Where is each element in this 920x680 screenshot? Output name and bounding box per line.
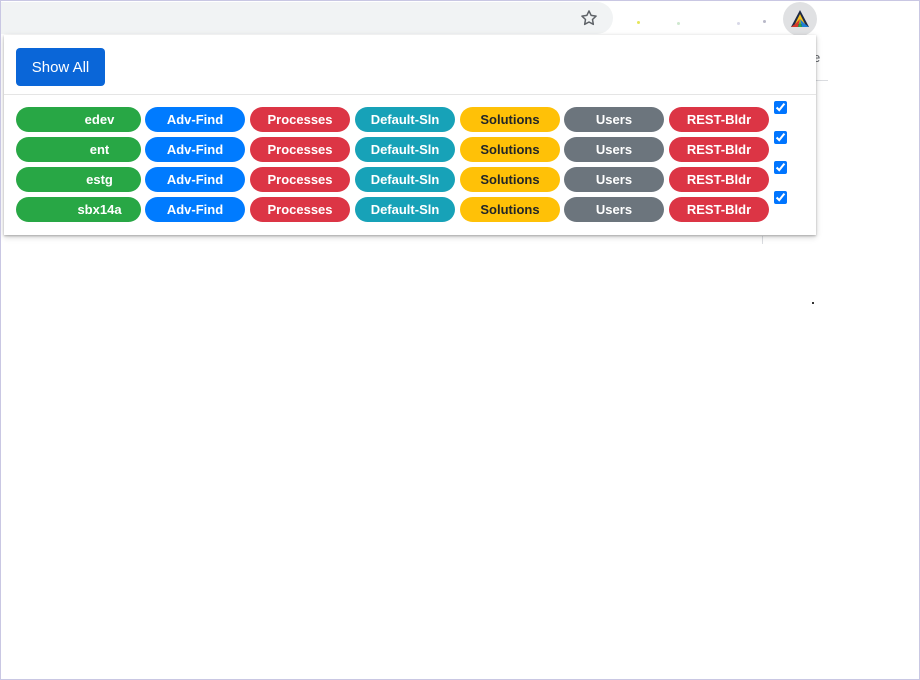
background-divider (816, 80, 828, 81)
environment-button[interactable]: ent (16, 137, 141, 162)
rest-bldr-button[interactable]: REST-Bldr (669, 167, 769, 192)
extensions-area (617, 5, 777, 31)
adv-find-button[interactable]: Adv-Find (145, 197, 245, 222)
background-mark (812, 302, 814, 304)
environment-checkbox[interactable] (774, 191, 787, 204)
solutions-button[interactable]: Solutions (460, 107, 560, 132)
users-button[interactable]: Users (564, 197, 664, 222)
solutions-button[interactable]: Solutions (460, 137, 560, 162)
environment-checkbox[interactable] (774, 131, 787, 144)
extension-popup: Show All edev Adv-Find Processes Default-Sl… (4, 35, 816, 235)
default-sln-button[interactable]: Default-Sln (355, 167, 455, 192)
processes-button[interactable]: Processes (250, 137, 350, 162)
processes-button[interactable]: Processes (250, 167, 350, 192)
adv-find-button[interactable]: Adv-Find (145, 167, 245, 192)
show-all-button[interactable]: Show All (16, 48, 105, 86)
rest-bldr-button[interactable]: REST-Bldr (669, 137, 769, 162)
default-sln-button[interactable]: Default-Sln (355, 197, 455, 222)
processes-button[interactable]: Processes (250, 197, 350, 222)
solutions-button[interactable]: Solutions (460, 167, 560, 192)
environment-checkbox[interactable] (774, 161, 787, 174)
adv-find-button[interactable]: Adv-Find (145, 137, 245, 162)
adv-find-button[interactable]: Adv-Find (145, 107, 245, 132)
users-button[interactable]: Users (564, 137, 664, 162)
users-button[interactable]: Users (564, 107, 664, 132)
users-button[interactable]: Users (564, 167, 664, 192)
solutions-button[interactable]: Solutions (460, 197, 560, 222)
environment-button[interactable]: estg (16, 167, 141, 192)
extension-logo-icon[interactable] (783, 2, 817, 36)
browser-toolbar (1, 1, 919, 36)
environment-button[interactable]: sbx14a (16, 197, 141, 222)
rest-bldr-button[interactable]: REST-Bldr (669, 197, 769, 222)
environment-label: estg (86, 172, 113, 187)
bookmark-star-icon[interactable] (576, 5, 602, 31)
environment-label: sbx14a (77, 202, 122, 217)
environment-checkbox[interactable] (774, 101, 787, 114)
rest-bldr-button[interactable]: REST-Bldr (669, 107, 769, 132)
popup-divider (4, 94, 816, 95)
address-bar[interactable] (1, 2, 613, 34)
default-sln-button[interactable]: Default-Sln (355, 137, 455, 162)
processes-button[interactable]: Processes (250, 107, 350, 132)
environment-label: ent (89, 142, 110, 157)
environment-button[interactable]: edev (16, 107, 141, 132)
background-divider (762, 236, 763, 244)
default-sln-button[interactable]: Default-Sln (355, 107, 455, 132)
environment-label: edev (84, 112, 115, 127)
